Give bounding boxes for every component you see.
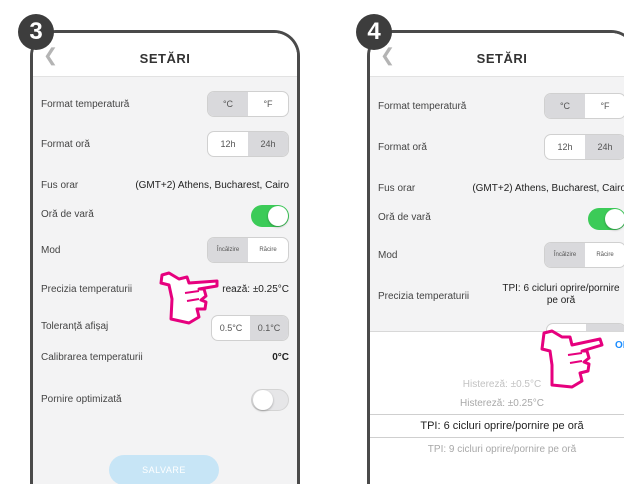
page-title: SETĂRI bbox=[139, 51, 191, 66]
phone-frame-step4: ❮ SETĂRI Format temperatură °C °F Format… bbox=[367, 30, 624, 484]
pointing-hand-icon bbox=[540, 329, 604, 389]
label-calibration: Calibrarea temperaturii bbox=[41, 352, 143, 363]
row-dst: Oră de vară bbox=[41, 205, 289, 227]
option-fahrenheit[interactable]: °F bbox=[585, 94, 624, 118]
option-cooling[interactable]: Răcire bbox=[585, 243, 624, 267]
label-precision: Precizia temperaturii bbox=[378, 291, 470, 302]
optimized-start-toggle[interactable] bbox=[251, 389, 289, 411]
time-format-segment: 12h 24h bbox=[544, 134, 624, 160]
row-timezone[interactable]: Fus orar (GMT+2) Athens, Bucharest, Cair… bbox=[378, 183, 624, 197]
precision-value: rează: ±0.25°C bbox=[222, 284, 289, 295]
time-format-segment: 12h 24h bbox=[207, 131, 289, 157]
label-dst: Oră de vară bbox=[378, 212, 431, 223]
picker-option-selected[interactable]: TPI: 6 cicluri oprire/pornire pe oră bbox=[370, 414, 624, 438]
dst-toggle[interactable] bbox=[588, 208, 624, 230]
label-temp-format: Format temperatură bbox=[41, 99, 130, 110]
save-button[interactable]: SALVARE bbox=[109, 455, 219, 484]
label-precision: Precizia temperaturii bbox=[41, 284, 133, 295]
label-timezone: Fus orar bbox=[41, 180, 79, 191]
label-temp-format: Format temperatură bbox=[378, 101, 467, 112]
option-fahrenheit[interactable]: °F bbox=[248, 92, 288, 116]
label-time-format: Format oră bbox=[41, 139, 90, 150]
label-tolerance: Toleranță afișaj bbox=[41, 321, 109, 332]
label-mode: Mod bbox=[378, 250, 398, 261]
mode-segment: Încălzire Răcire bbox=[544, 242, 624, 268]
timezone-value: (GMT+2) Athens, Bucharest, Cairo bbox=[135, 180, 289, 191]
row-timezone[interactable]: Fus orar (GMT+2) Athens, Bucharest, Cair… bbox=[41, 180, 289, 194]
label-optimized-start: Pornire optimizată bbox=[41, 394, 122, 405]
row-time-format: Format oră 12h 24h bbox=[378, 134, 624, 160]
settings-screen: ❮ SETĂRI Format temperatură °C °F Format… bbox=[370, 33, 624, 484]
row-precision[interactable]: Precizia temperaturii TPI: 6 cicluri opr… bbox=[378, 283, 624, 311]
picker-option[interactable]: TPI: 9 cicluri oprire/pornire pe oră bbox=[370, 444, 624, 455]
mode-segment: Încălzire Răcire bbox=[207, 237, 289, 263]
header-bar: ❮ SETĂRI bbox=[370, 33, 624, 77]
row-temp-format: Format temperatură °C °F bbox=[41, 91, 289, 117]
precision-value: TPI: 6 cicluri oprire/pornire pe oră bbox=[502, 283, 620, 306]
option-12h[interactable]: 12h bbox=[545, 135, 585, 159]
header-bar: ❮ SETĂRI bbox=[33, 33, 297, 77]
calibration-value: 0°C bbox=[272, 352, 289, 363]
phone-frame-step3: ❮ SETĂRI Format temperatură °C °F Format… bbox=[30, 30, 300, 484]
label-dst: Oră de vară bbox=[41, 209, 94, 220]
row-temp-format: Format temperatură °C °F bbox=[378, 93, 624, 119]
option-0-1c[interactable]: 0.1°C bbox=[250, 316, 288, 340]
picker-option[interactable]: Histereză: ±0.25°C bbox=[370, 398, 624, 409]
row-mode: Mod Încălzire Răcire bbox=[41, 237, 289, 263]
label-time-format: Format oră bbox=[378, 142, 427, 153]
tolerance-segment: 0.5°C 0.1°C bbox=[211, 315, 289, 341]
option-12h[interactable]: 12h bbox=[208, 132, 248, 156]
row-calibration[interactable]: Calibrarea temperaturii 0°C bbox=[41, 352, 289, 366]
settings-screen: ❮ SETĂRI Format temperatură °C °F Format… bbox=[33, 33, 297, 484]
option-24h[interactable]: 24h bbox=[585, 135, 624, 159]
row-optimized-start: Pornire optimizată bbox=[41, 389, 289, 411]
label-timezone: Fus orar bbox=[378, 183, 416, 194]
option-cooling[interactable]: Răcire bbox=[248, 238, 288, 262]
row-dst: Oră de vară bbox=[378, 208, 624, 230]
pointing-hand-icon bbox=[159, 271, 219, 325]
option-heating[interactable]: Încălzire bbox=[208, 238, 248, 262]
ok-button[interactable]: OK bbox=[615, 340, 624, 351]
step-badge-3: 3 bbox=[18, 14, 54, 50]
row-mode: Mod Încălzire Răcire bbox=[378, 242, 624, 268]
timezone-value: (GMT+2) Athens, Bucharest, Cairo bbox=[472, 183, 624, 194]
option-celsius[interactable]: °C bbox=[545, 94, 585, 118]
temp-format-segment: °C °F bbox=[207, 91, 289, 117]
row-time-format: Format oră 12h 24h bbox=[41, 131, 289, 157]
option-heating[interactable]: Încălzire bbox=[545, 243, 585, 267]
page-title: SETĂRI bbox=[476, 51, 528, 66]
temp-format-segment: °C °F bbox=[544, 93, 624, 119]
step-badge-4: 4 bbox=[356, 14, 392, 50]
option-celsius[interactable]: °C bbox=[208, 92, 248, 116]
dst-toggle[interactable] bbox=[251, 205, 289, 227]
option-24h[interactable]: 24h bbox=[248, 132, 288, 156]
label-mode: Mod bbox=[41, 245, 61, 256]
